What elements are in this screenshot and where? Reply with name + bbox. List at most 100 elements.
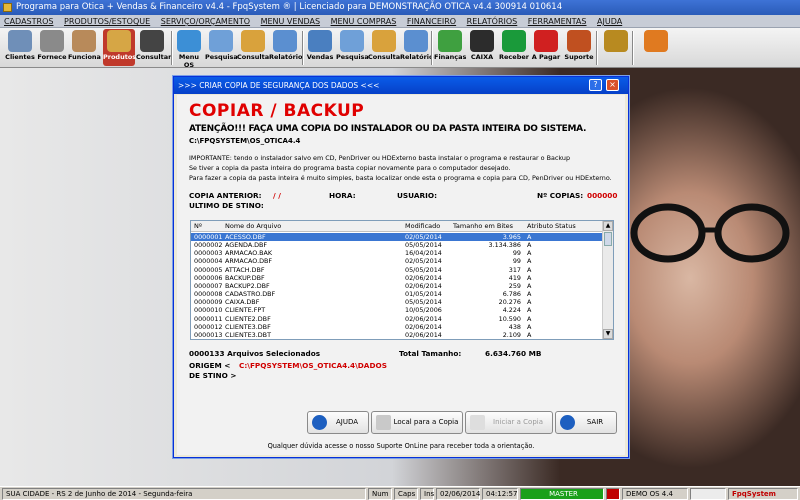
toolbar-barcode-button[interactable]: Consultar xyxy=(136,29,171,66)
table-cell: CLIENTE.FPT xyxy=(225,306,266,315)
toolbar-label: Consulta xyxy=(237,53,270,61)
table-cell: A xyxy=(527,290,532,299)
total-value: 6.634.760 MB xyxy=(485,349,542,358)
table-cell: 02/06/2014 xyxy=(405,330,442,339)
table-row[interactable]: 0000006 BACKUP.DBF 02/06/2014 419 A xyxy=(191,274,603,282)
table-cell: 0000007 xyxy=(194,281,223,290)
status-bar: SUA CIDADE - RS 2 de Junho de 2014 - Seg… xyxy=(0,486,800,500)
menu-compras[interactable]: MENU COMPRAS xyxy=(327,15,401,28)
menu-ajuda[interactable]: AJUDA xyxy=(593,15,626,28)
toolbar-cash-button[interactable]: CAIXA xyxy=(466,29,498,66)
menu-ferramentas[interactable]: FERRAMENTAS xyxy=(524,15,591,28)
system-path: C:\FPQSYSTEM\OS_OTICA4.4 xyxy=(189,137,301,145)
col-num[interactable]: Nº xyxy=(194,221,202,232)
col-name[interactable]: Nome do Arquivo xyxy=(225,221,281,232)
scroll-down-icon[interactable]: ▼ xyxy=(603,329,613,339)
toolbar-label: Vendas xyxy=(306,53,334,61)
ajuda-button[interactable]: AJUDA xyxy=(307,411,369,434)
table-cell: A xyxy=(527,241,532,250)
scroll-thumb[interactable] xyxy=(604,232,612,246)
scroll-up-icon[interactable]: ▲ xyxy=(603,221,613,231)
search-doc-icon xyxy=(209,30,233,52)
toolbar-report-button[interactable]: Relatório xyxy=(400,29,434,66)
table-cell: 16/04/2014 xyxy=(405,249,442,258)
toolbar-finance-button[interactable]: Finanças xyxy=(434,29,466,66)
table-cell: 0000006 xyxy=(194,273,223,282)
toolbar-folder-button[interactable]: Consulta xyxy=(368,29,400,66)
toolbar-folder-button[interactable]: Consulta xyxy=(237,29,269,66)
table-cell: BACKUP2.DBF xyxy=(225,281,270,290)
toolbar-exit-button[interactable] xyxy=(640,29,672,66)
toolbar-label: Pesquisa xyxy=(336,53,369,61)
col-size[interactable]: Tamanho em Bites xyxy=(453,221,513,232)
menu-produtos-estoque[interactable]: PRODUTOS/ESTOQUE xyxy=(60,15,154,28)
coins-icon xyxy=(604,30,628,52)
monitor-icon xyxy=(308,30,332,52)
copia-anterior-value: / / xyxy=(273,191,281,200)
toolbar-search-doc-button[interactable]: Pesquisa xyxy=(336,29,369,66)
close-icon[interactable]: × xyxy=(606,79,619,91)
table-row[interactable]: 0000004 ARMACAO.DBF 02/05/2014 99 A xyxy=(191,257,603,265)
toolbar-separator xyxy=(171,31,173,65)
toolbar-dollar-red-button[interactable]: A Pagar xyxy=(530,29,562,66)
table-cell: ARMACAO.BAK xyxy=(225,249,273,258)
toolbar-clients-button[interactable]: Clientes xyxy=(4,29,36,66)
folder-icon xyxy=(372,30,396,52)
table-cell: 0000002 xyxy=(194,241,223,250)
status-time: 04:12:57 xyxy=(482,488,518,500)
report-icon xyxy=(404,30,428,52)
table-row[interactable]: 0000005 ATTACH.DBF 05/05/2014 317 A xyxy=(191,266,603,274)
copia-anterior-label: COPIA ANTERIOR: xyxy=(189,191,262,200)
toolbar-separator xyxy=(431,31,433,65)
toolbar-os-menu-button[interactable]: Menu OS xyxy=(173,29,205,69)
selected-count: 0000133 Arquivos Selecionados xyxy=(189,349,321,358)
table-row[interactable]: 0000011 CLIENTE2.DBF 02/06/2014 10.590 A xyxy=(191,315,603,323)
sair-button[interactable]: SAIR xyxy=(555,411,617,434)
toolbar-dollar-green-button[interactable]: Receber xyxy=(498,29,530,66)
toolbar-supplier-button[interactable]: Fornece xyxy=(36,29,68,66)
toolbar-label: Relatório xyxy=(269,53,303,61)
status-num: Num xyxy=(368,488,392,500)
col-modified[interactable]: Modificado xyxy=(405,221,440,232)
total-label: Total Tamanho: xyxy=(399,349,462,358)
table-row[interactable]: 0000007 BACKUP2.DBF 02/06/2014 259 A xyxy=(191,282,603,290)
file-list-grid[interactable]: Nº Nome do Arquivo Modificado Tamanho em… xyxy=(190,220,614,340)
toolbar-coins-button[interactable] xyxy=(600,29,632,66)
table-row[interactable]: 0000002 AGENDA.DBF 05/05/2014 3.134.386 A xyxy=(191,241,603,249)
table-row[interactable]: 0000003 ARMACAO.BAK 16/04/2014 99 A xyxy=(191,249,603,257)
toolbar-report-button[interactable]: Relatório xyxy=(269,29,303,66)
table-cell: 317 xyxy=(508,265,521,274)
table-cell: 01/05/2014 xyxy=(405,290,442,299)
table-row[interactable]: 0000010 CLIENTE.FPT 10/05/2006 4.224 A xyxy=(191,306,603,314)
toolbar-boxes-button[interactable]: Produtos xyxy=(103,29,136,66)
menu-relatorios[interactable]: RELATÓRIOS xyxy=(463,15,522,28)
table-cell: 10.590 xyxy=(498,314,521,323)
menu-servico-orcamento[interactable]: SERVIÇO/ORÇAMENTO xyxy=(157,15,254,28)
col-status[interactable]: Status xyxy=(555,221,576,232)
dialog-body: COPIAR / BACKUP ATENÇÃO!!! FAÇA UMA COPI… xyxy=(177,95,625,455)
local-copia-button[interactable]: Local para a Copia xyxy=(371,411,463,434)
table-cell: 0000005 xyxy=(194,265,223,274)
col-attr[interactable]: Atributo xyxy=(527,221,553,232)
num-copias-label: Nº COPIAS: xyxy=(537,191,584,200)
grid-scrollbar[interactable]: ▲ ▼ xyxy=(602,221,613,339)
table-row[interactable]: 0000009 CAIXA.DBF 05/05/2014 20.276 A xyxy=(191,298,603,306)
menu-financeiro[interactable]: FINANCEIRO xyxy=(403,15,460,28)
status-user: MASTER xyxy=(520,488,604,500)
toolbar-search-doc-button[interactable]: Pesquisa xyxy=(205,29,238,66)
menu-cadastros[interactable]: CADASTROS xyxy=(0,15,57,28)
table-cell: A xyxy=(527,298,532,307)
toolbar-monitor-button[interactable]: Vendas xyxy=(304,29,336,66)
table-row[interactable]: 0000001 ACESSO.DBF 02/05/2014 3.965 A xyxy=(191,233,603,242)
toolbar-support-button[interactable]: Suporte xyxy=(563,29,595,66)
table-row[interactable]: 0000008 CADASTRO.DBF 01/05/2014 6.786 A xyxy=(191,290,603,298)
toolbar-label: Fornece xyxy=(37,53,67,61)
app-icon xyxy=(3,3,12,12)
iniciar-copia-button[interactable]: Iniciar a Copia xyxy=(465,411,553,434)
menu-vendas[interactable]: MENU VENDAS xyxy=(257,15,324,28)
help-title-button[interactable]: ? xyxy=(589,79,602,91)
toolbar-employee-button[interactable]: Funciona xyxy=(68,29,101,66)
clients-icon xyxy=(8,30,32,52)
table-row[interactable]: 0000013 CLIENTE3.DBT 02/06/2014 2.109 A xyxy=(191,331,603,339)
table-row[interactable]: 0000012 CLIENTE3.DBF 02/06/2014 438 A xyxy=(191,323,603,331)
